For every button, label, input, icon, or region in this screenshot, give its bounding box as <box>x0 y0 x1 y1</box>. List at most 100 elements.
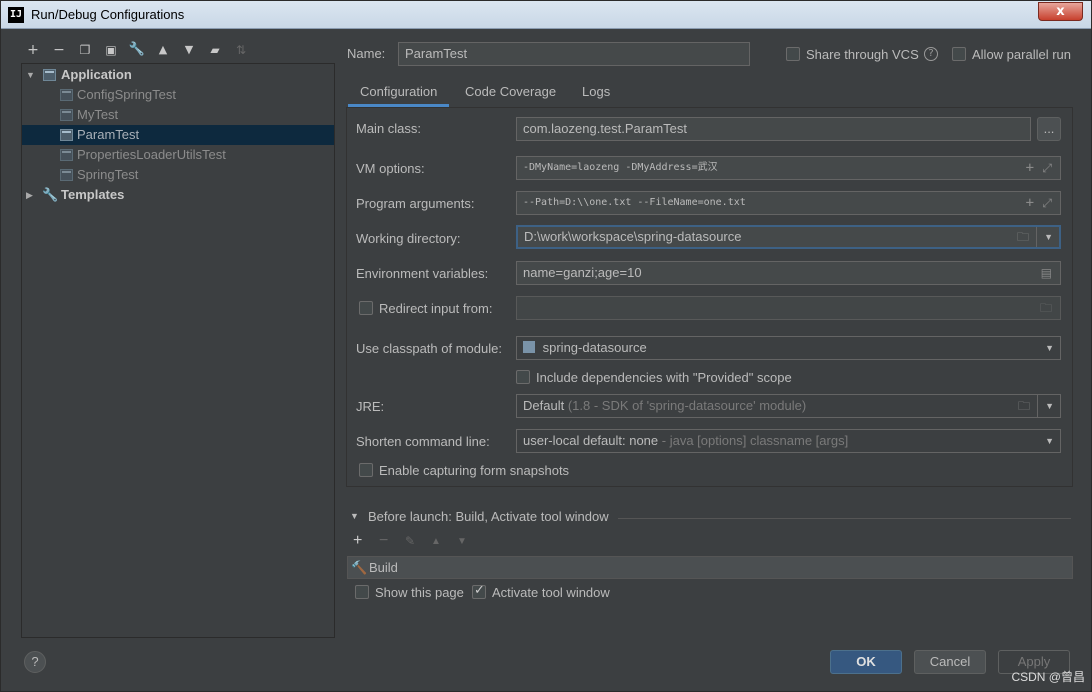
config-icon <box>60 129 73 141</box>
vm-options-label: VM options: <box>356 161 425 176</box>
redirect-input-checkbox[interactable] <box>359 301 373 315</box>
add-icon[interactable]: + <box>1026 157 1034 179</box>
tree-item-templates[interactable]: ▶ 🔧 Templates <box>22 185 334 205</box>
shorten-detail: - java [options] classname [args] <box>661 433 849 448</box>
expand-arrow-icon[interactable]: ▶ <box>26 185 33 205</box>
application-icon <box>43 69 56 81</box>
move-down-task-icon[interactable]: ▼ <box>457 536 467 547</box>
folder-icon[interactable]: 🗀 <box>1017 227 1029 247</box>
collapse-arrow-icon[interactable]: ▼ <box>350 511 359 521</box>
tree-label-application: Application <box>61 67 132 82</box>
redirect-input-label: Redirect input from: <box>379 301 493 316</box>
wrench-icon[interactable]: 🔧 <box>127 39 147 61</box>
new-folder-icon[interactable]: ▰ <box>205 39 225 61</box>
build-task-label: Build <box>369 560 398 575</box>
remove-task-icon[interactable]: − <box>379 532 388 550</box>
show-page-label: Show this page <box>375 585 464 600</box>
window-title: Run/Debug Configurations <box>31 7 185 22</box>
working-directory-label: Working directory: <box>356 231 461 246</box>
edit-task-icon[interactable]: ✎ <box>405 534 415 548</box>
title-bar: IJ Run/Debug Configurations x <box>1 1 1091 29</box>
add-icon[interactable]: + <box>23 39 43 61</box>
save-icon[interactable]: ▣ <box>101 39 121 61</box>
sort-icon[interactable]: ⇅ <box>231 39 251 61</box>
copy-icon[interactable]: ❐ <box>75 39 95 61</box>
folder-icon[interactable]: 🗀 <box>1040 297 1052 319</box>
folder-icon[interactable]: 🗀 <box>1018 395 1030 417</box>
tree-item-springtest[interactable]: SpringTest <box>22 165 334 185</box>
tree-label: ConfigSpringTest <box>77 87 176 102</box>
expand-arrow-icon[interactable]: ▼ <box>26 65 35 85</box>
expand-icon[interactable]: ⤢ <box>1042 157 1052 179</box>
jre-select[interactable]: Default (1.8 - SDK of 'spring-datasource… <box>516 394 1061 418</box>
move-down-icon[interactable]: ▼ <box>179 39 199 61</box>
build-task-row[interactable]: 🔨 Build <box>347 556 1073 579</box>
move-up-icon[interactable]: ▲ <box>153 39 173 61</box>
program-arguments-input[interactable]: --Path=D:\\one.txt --FileName=one.txt + … <box>516 191 1061 215</box>
environment-variables-input[interactable]: name=ganzi;age=10 ▤ <box>516 261 1061 285</box>
chevron-down-icon[interactable]: ▼ <box>1045 337 1054 359</box>
document-icon[interactable]: ▤ <box>1041 262 1052 284</box>
tree-item-propertiesloaderutilstest[interactable]: PropertiesLoaderUtilsTest <box>22 145 334 165</box>
before-launch-divider <box>618 518 1071 519</box>
classpath-module-label: Use classpath of module: <box>356 341 502 356</box>
activate-tool-window-label: Activate tool window <box>492 585 610 600</box>
help-button[interactable]: ? <box>24 651 46 673</box>
tree-item-configspringtest[interactable]: ConfigSpringTest <box>22 85 334 105</box>
cancel-button[interactable]: Cancel <box>914 650 986 674</box>
tab-configuration[interactable]: Configuration <box>348 81 450 107</box>
tree-label: SpringTest <box>77 167 139 182</box>
tab-code-coverage[interactable]: Code Coverage <box>465 81 556 107</box>
move-up-task-icon[interactable]: ▲ <box>431 536 441 547</box>
working-directory-value: D:\work\workspace\spring-datasource <box>524 229 742 244</box>
include-dependencies-label: Include dependencies with "Provided" sco… <box>536 370 792 385</box>
close-window-button[interactable]: x <box>1038 2 1083 21</box>
share-vcs-checkbox[interactable] <box>786 47 800 61</box>
capture-snapshots-label: Enable capturing form snapshots <box>379 463 570 478</box>
tree-item-mytest[interactable]: MyTest <box>22 105 334 125</box>
config-icon <box>60 149 73 161</box>
tree-item-paramtest[interactable]: ParamTest <box>22 125 334 145</box>
allow-parallel-checkbox[interactable] <box>952 47 966 61</box>
add-icon[interactable]: + <box>1026 192 1034 214</box>
jre-value: Default <box>523 398 565 413</box>
tab-logs[interactable]: Logs <box>582 81 610 107</box>
tree-item-application[interactable]: ▼ Application <box>22 65 334 85</box>
dialog-window: IJ Run/Debug Configurations x + − ❐ ▣ 🔧 … <box>0 0 1092 692</box>
shorten-value: user-local default: none <box>523 433 659 448</box>
vm-options-input[interactable]: -DMyName=laozeng -DMyAddress=武汉 + ⤢ <box>516 156 1061 180</box>
classpath-module-value: spring-datasource <box>542 340 647 355</box>
share-vcs-label: Share through VCS <box>806 47 919 62</box>
classpath-module-select[interactable]: spring-datasource ▼ <box>516 336 1061 360</box>
help-icon[interactable]: ? <box>924 47 938 61</box>
show-page-checkbox[interactable] <box>355 585 369 599</box>
name-input[interactable]: ParamTest <box>398 42 750 66</box>
wrench-icon: 🔧 <box>42 187 59 202</box>
include-dependencies-checkbox[interactable] <box>516 370 530 384</box>
main-class-input[interactable]: com.laozeng.test.ParamTest <box>516 117 1031 141</box>
capture-snapshots-checkbox[interactable] <box>359 463 373 477</box>
chevron-down-icon[interactable]: ▼ <box>1045 395 1054 417</box>
configuration-tree[interactable]: ▼ Application ConfigSpringTest MyTest Pa… <box>21 63 335 638</box>
chevron-down-icon[interactable]: ▼ <box>1044 227 1053 247</box>
name-label: Name: <box>347 46 386 61</box>
intellij-app-icon: IJ <box>8 7 24 23</box>
activate-tool-window-checkbox[interactable] <box>472 583 486 599</box>
before-launch-title: Before launch: Build, Activate tool wind… <box>368 509 609 524</box>
remove-icon[interactable]: − <box>49 39 69 61</box>
shorten-command-line-select[interactable]: user-local default: none - java [options… <box>516 429 1061 453</box>
chevron-down-icon[interactable]: ▼ <box>1045 430 1054 452</box>
jre-label: JRE: <box>356 399 385 414</box>
ok-button[interactable]: OK <box>830 650 902 674</box>
browse-main-class-button[interactable]: ... <box>1037 117 1061 141</box>
config-icon <box>60 169 73 181</box>
add-task-icon[interactable]: + <box>353 532 362 550</box>
environment-variables-value: name=ganzi;age=10 <box>523 265 642 280</box>
module-icon <box>523 341 535 353</box>
redirect-input-field[interactable]: 🗀 <box>516 296 1061 320</box>
working-directory-input[interactable]: D:\work\workspace\spring-datasource 🗀 ▼ <box>516 225 1061 249</box>
expand-icon[interactable]: ⤢ <box>1042 192 1052 214</box>
program-arguments-value: --Path=D:\\one.txt --FileName=one.txt <box>523 197 746 208</box>
config-icon <box>60 109 73 121</box>
tree-label: ParamTest <box>77 127 140 142</box>
